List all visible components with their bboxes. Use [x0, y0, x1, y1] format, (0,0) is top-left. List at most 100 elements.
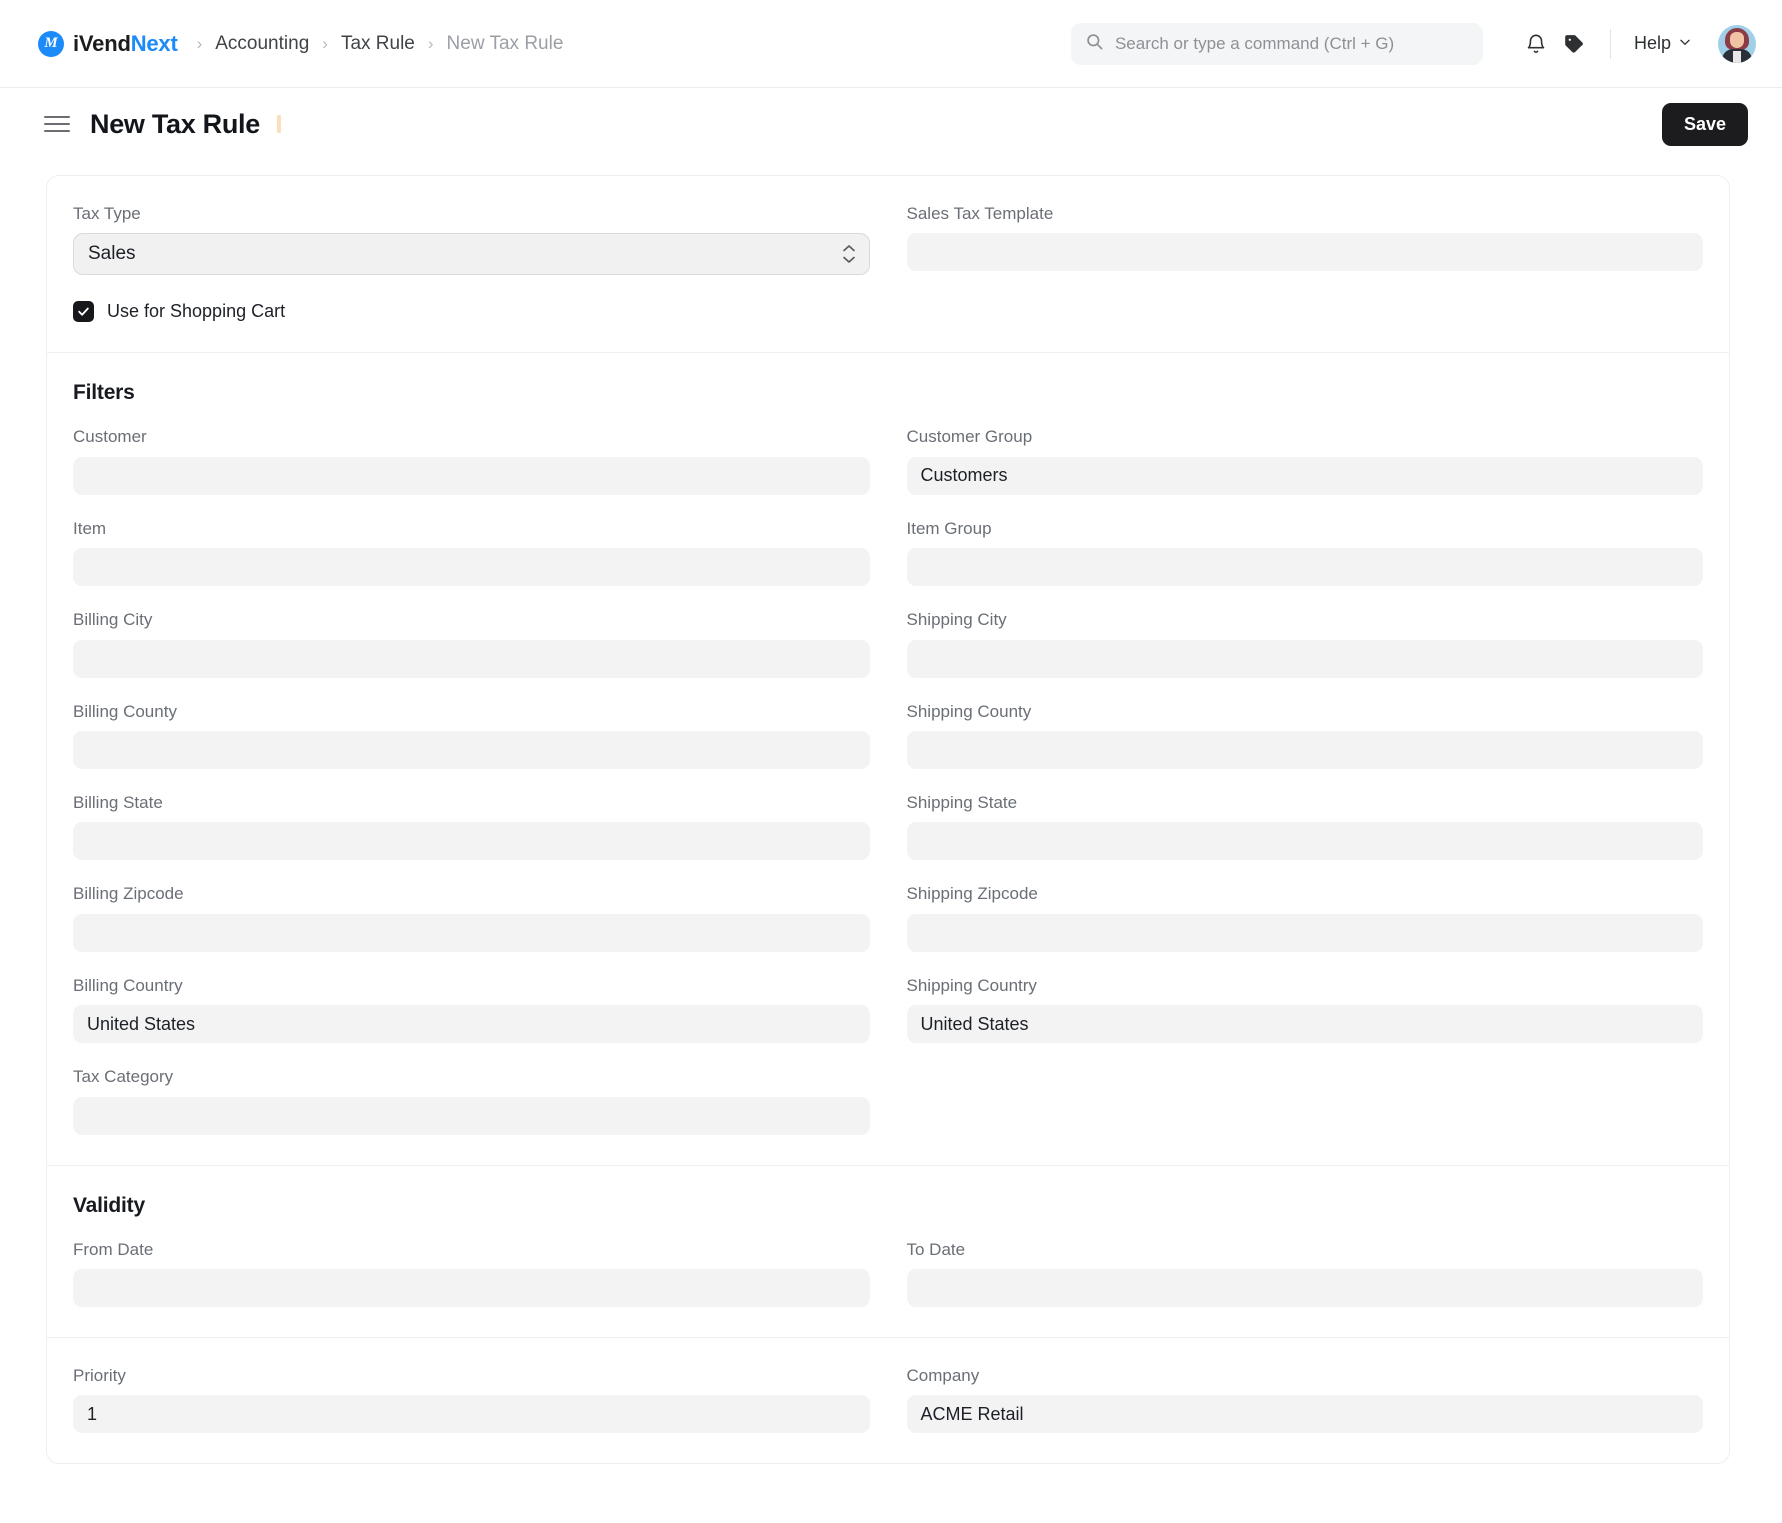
avatar-shirt [1733, 50, 1741, 63]
field-company: Company ACME Retail [906, 1365, 1703, 1434]
field-item: Item [73, 518, 870, 587]
breadcrumb-item-tax-rule[interactable]: Tax Rule [341, 33, 415, 55]
chevron-down-icon [1678, 33, 1692, 54]
help-menu[interactable]: Help [1628, 29, 1698, 58]
tax-type-select[interactable]: Sales [73, 233, 870, 276]
tax-rule-form-card: Tax Type Sales Sales Tax Template Use fo… [46, 175, 1730, 1465]
field-label-item-group: Item Group [906, 518, 992, 538]
field-label-shipping-state: Shipping State [906, 792, 1018, 812]
field-label-customer-group: Customer Group [906, 427, 1033, 447]
page-title: New Tax Rule [90, 108, 260, 139]
field-billing-city: Billing City [73, 610, 870, 678]
field-label-billing-city: Billing City [73, 610, 153, 630]
sales-tax-template-input[interactable] [906, 233, 1703, 272]
user-avatar[interactable] [1718, 24, 1756, 63]
global-search[interactable] [1070, 22, 1483, 65]
form-section-priority-company: Priority 1 Company ACME Retail [47, 1338, 1729, 1463]
use-for-shopping-cart-label: Use for Shopping Cart [107, 301, 286, 322]
field-label-billing-zipcode: Billing Zipcode [73, 884, 184, 904]
field-shipping-country: Shipping Country United States [906, 976, 1703, 1044]
section-title-validity: Validity [73, 1193, 145, 1217]
field-label-shipping-city: Shipping City [906, 610, 1007, 630]
field-billing-zipcode: Billing Zipcode [73, 884, 870, 952]
empty-grid-cell [907, 1067, 1704, 1134]
company-input[interactable]: ACME Retail [906, 1395, 1703, 1434]
navbar-divider [1609, 28, 1611, 59]
use-for-shopping-cart-checkbox[interactable] [73, 301, 94, 323]
section-title-filters: Filters [73, 381, 135, 405]
field-shipping-state: Shipping State [906, 792, 1703, 861]
item-input[interactable] [73, 548, 870, 587]
use-for-shopping-cart-row[interactable]: Use for Shopping Cart [73, 301, 1703, 323]
from-date-input[interactable] [73, 1268, 870, 1307]
shipping-state-input[interactable] [906, 822, 1703, 861]
billing-zipcode-input[interactable] [73, 913, 870, 952]
field-billing-country: Billing Country United States [73, 975, 870, 1044]
field-label-sales-tax-template: Sales Tax Template [906, 204, 1054, 223]
chevron-right-icon: › [427, 34, 434, 53]
tag-icon[interactable] [1555, 25, 1593, 63]
priority-input[interactable]: 1 [73, 1395, 870, 1434]
field-item-group: Item Group [906, 518, 1703, 587]
brand-logo[interactable]: M iVendNext [38, 30, 178, 57]
billing-country-input[interactable]: United States [73, 1005, 870, 1044]
validity-grid: From Date To Date [73, 1240, 1703, 1307]
shipping-zipcode-input[interactable] [906, 913, 1703, 952]
unsaved-indicator [276, 115, 281, 133]
field-shipping-zipcode: Shipping Zipcode [906, 884, 1703, 952]
shipping-county-input[interactable] [906, 730, 1703, 769]
billing-state-input[interactable] [73, 822, 870, 861]
hamburger-menu-icon[interactable] [44, 116, 70, 132]
tax-category-input[interactable] [73, 1096, 870, 1135]
field-billing-county: Billing County [73, 702, 870, 769]
field-label-from-date: From Date [73, 1239, 154, 1259]
customer-input[interactable] [73, 456, 870, 495]
top-navbar: M iVendNext › Accounting › Tax Rule › Ne… [0, 0, 1782, 88]
breadcrumb-item-accounting[interactable]: Accounting [215, 33, 309, 55]
tax-type-select-wrap: Sales [73, 233, 870, 276]
field-tax-category: Tax Category [73, 1067, 870, 1135]
field-label-company: Company [906, 1365, 980, 1385]
field-customer: Customer [73, 427, 870, 495]
field-sales-tax-template: Sales Tax Template [906, 204, 1703, 275]
field-from-date: From Date [73, 1240, 870, 1307]
chevron-right-icon: › [196, 34, 203, 53]
chevron-right-icon: › [322, 34, 328, 53]
field-label-tax-type: Tax Type [73, 204, 141, 223]
shipping-country-input[interactable]: United States [906, 1005, 1703, 1044]
form-section-validity: Validity From Date To Date [47, 1166, 1729, 1338]
billing-county-input[interactable] [73, 730, 870, 769]
field-label-billing-county: Billing County [73, 701, 177, 721]
priority-company-grid: Priority 1 Company ACME Retail [73, 1365, 1703, 1434]
field-tax-type: Tax Type Sales [73, 204, 870, 276]
field-label-billing-country: Billing Country [73, 975, 183, 995]
form-section-general: Tax Type Sales Sales Tax Template Use fo… [47, 176, 1729, 354]
page-header: New Tax Rule Save [0, 88, 1782, 160]
item-group-input[interactable] [906, 548, 1703, 587]
search-input[interactable] [1114, 33, 1469, 54]
field-label-to-date: To Date [906, 1239, 966, 1259]
help-menu-label: Help [1633, 33, 1671, 53]
avatar-face [1730, 31, 1744, 48]
field-customer-group: Customer Group Customers [906, 427, 1703, 495]
customer-group-input[interactable]: Customers [906, 456, 1703, 495]
field-shipping-county: Shipping County [906, 702, 1703, 769]
to-date-input[interactable] [906, 1268, 1703, 1307]
search-icon [1085, 32, 1104, 56]
save-button[interactable]: Save [1661, 102, 1748, 146]
brand-wordmark: iVendNext [73, 31, 178, 57]
field-label-tax-category: Tax Category [73, 1067, 174, 1087]
field-shipping-city: Shipping City [906, 610, 1703, 678]
field-label-priority: Priority [73, 1365, 126, 1385]
notifications-bell-icon[interactable] [1517, 25, 1555, 63]
field-label-item: Item [73, 518, 107, 538]
shipping-city-input[interactable] [906, 639, 1703, 678]
billing-city-input[interactable] [73, 639, 870, 678]
ivendnext-logo-icon: M [38, 30, 64, 57]
breadcrumb-item-new-tax-rule: New Tax Rule [446, 32, 564, 54]
field-label-customer: Customer [73, 427, 147, 447]
field-label-billing-state: Billing State [73, 792, 163, 812]
filters-grid: Customer Customer Group Customers Item I… [73, 427, 1704, 1135]
field-label-shipping-zipcode: Shipping Zipcode [906, 884, 1038, 904]
field-billing-state: Billing State [73, 792, 870, 861]
